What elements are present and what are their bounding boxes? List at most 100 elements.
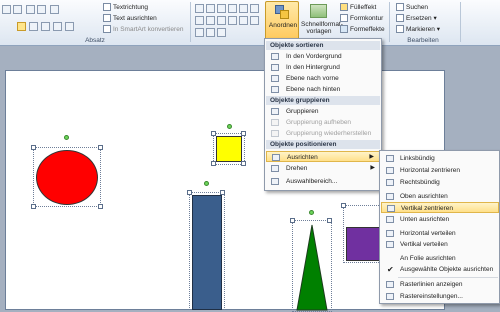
menu-item-align-to-slide[interactable]: An Folie ausrichten xyxy=(381,253,499,264)
menu-item-align-left[interactable]: Linksbündig xyxy=(381,153,499,164)
indent-increase-icon[interactable] xyxy=(37,5,46,14)
resize-handle[interactable] xyxy=(31,204,36,209)
shape-triangle-icon[interactable] xyxy=(195,16,204,25)
menu-item-center-vertical[interactable]: Vertikal zentrieren xyxy=(381,202,499,213)
replace-button[interactable]: Ersetzen ▾ xyxy=(396,14,437,23)
resize-handle[interactable] xyxy=(31,145,36,150)
menu-item-bring-front[interactable]: In den Vordergrund xyxy=(266,51,380,62)
menu-item-align-top[interactable]: Oben ausrichten xyxy=(381,191,499,202)
resize-handle[interactable] xyxy=(241,161,246,166)
resize-handle[interactable] xyxy=(241,131,246,136)
resize-handle[interactable] xyxy=(187,190,192,195)
distribute-vertical-icon xyxy=(386,241,394,248)
red-circle-shape[interactable] xyxy=(36,150,98,205)
find-button[interactable]: Suchen xyxy=(396,3,428,12)
align-right-icon[interactable] xyxy=(41,22,50,31)
shape-rect-icon[interactable] xyxy=(228,4,237,13)
resize-handle[interactable] xyxy=(211,161,216,166)
outline-icon xyxy=(340,14,348,23)
send-back-icon xyxy=(271,64,279,71)
fill-icon xyxy=(340,3,348,12)
checkmark-icon: ✔ xyxy=(387,265,394,274)
menu-item-grid-settings[interactable]: Rastereinstellungen... xyxy=(381,291,499,302)
quick-styles-button[interactable]: Schnellformat-vorlagen xyxy=(301,1,343,43)
align-bottom-icon xyxy=(386,216,394,223)
menu-item-regroup[interactable]: Gruppierung wiederherstellen xyxy=(266,128,380,139)
select-button[interactable]: Markieren ▾ xyxy=(396,25,440,34)
resize-handle[interactable] xyxy=(98,204,103,209)
smartart-button[interactable]: In SmartArt konvertieren xyxy=(103,25,183,34)
rotate-handle[interactable] xyxy=(309,210,314,215)
purple-rectangle-shape[interactable] xyxy=(346,227,382,261)
menu-item-align-right[interactable]: Rechtsbündig xyxy=(381,177,499,188)
align-text-button[interactable]: Text ausrichten xyxy=(103,14,157,23)
blue-rectangle-shape[interactable] xyxy=(192,195,222,310)
shape-line-icon[interactable] xyxy=(206,4,215,13)
menu-item-align-selected[interactable]: ✔ Ausgewählte Objekte ausrichten xyxy=(381,264,499,275)
menu-item-selection-pane[interactable]: Auswahlbereich... xyxy=(266,176,380,187)
resize-handle[interactable] xyxy=(327,218,332,223)
group-icon xyxy=(271,108,279,115)
rotate-handle[interactable] xyxy=(64,135,69,140)
shape-down-arrow-icon[interactable] xyxy=(228,16,237,25)
shape-curve-icon[interactable] xyxy=(250,16,259,25)
menu-item-group[interactable]: Gruppieren xyxy=(266,106,380,117)
menu-item-show-gridlines[interactable]: Rasterlinien anzeigen xyxy=(381,279,499,290)
resize-handle[interactable] xyxy=(220,190,225,195)
resize-handle[interactable] xyxy=(341,203,346,208)
shape-bracket-icon[interactable] xyxy=(206,28,215,37)
align-center-icon xyxy=(386,167,394,174)
menu-item-center-horizontal[interactable]: Horizontal zentrieren xyxy=(381,165,499,176)
effects-button[interactable]: Formeffekte xyxy=(340,25,385,34)
text-direction-button[interactable]: Textrichtung xyxy=(103,3,148,12)
columns-icon[interactable] xyxy=(65,22,74,31)
section-sort-header: Objekte sortieren xyxy=(266,41,380,50)
effects-icon xyxy=(340,25,348,34)
shape-oval-icon[interactable] xyxy=(239,4,248,13)
menu-item-bring-forward[interactable]: Ebene nach vorne xyxy=(266,73,380,84)
quick-styles-icon xyxy=(310,4,327,18)
submenu-arrow-icon: ▶ xyxy=(370,165,375,171)
shape-elbow-icon[interactable] xyxy=(206,16,215,25)
green-triangle-shape[interactable] xyxy=(295,223,329,311)
resize-handle[interactable] xyxy=(98,145,103,150)
menu-item-rotate[interactable]: Drehen ▶ xyxy=(266,163,380,174)
list-bullet-icon[interactable] xyxy=(2,5,11,14)
shape-rounded-icon[interactable] xyxy=(250,4,259,13)
binoculars-icon xyxy=(396,3,404,12)
menu-item-ungroup[interactable]: Gruppierung aufheben xyxy=(266,117,380,128)
line-spacing-icon[interactable] xyxy=(50,5,59,14)
shape-arrow-icon[interactable] xyxy=(217,4,226,13)
menu-item-send-back[interactable]: In den Hintergrund xyxy=(266,62,380,73)
fill-button[interactable]: Fülleffekt xyxy=(340,3,376,12)
yellow-square-shape[interactable] xyxy=(216,136,242,162)
menu-item-align-bottom[interactable]: Unten ausrichten xyxy=(381,214,499,225)
shape-right-arrow-icon[interactable] xyxy=(217,16,226,25)
section-position-header: Objekte positionieren xyxy=(266,140,380,149)
indent-decrease-icon[interactable] xyxy=(26,5,35,14)
resize-handle[interactable] xyxy=(211,131,216,136)
arrange-icon xyxy=(275,5,289,19)
shape-star-small-icon[interactable] xyxy=(217,28,226,37)
regroup-icon xyxy=(271,130,279,137)
menu-item-send-backward[interactable]: Ebene nach hinten xyxy=(266,84,380,95)
align-center-icon[interactable] xyxy=(29,22,38,31)
rotate-handle[interactable] xyxy=(204,181,209,186)
menu-item-distribute-vertical[interactable]: Vertikal verteilen xyxy=(381,239,499,250)
align-middle-icon xyxy=(387,205,395,212)
rotate-handle[interactable] xyxy=(227,124,232,129)
align-text-icon xyxy=(103,14,111,23)
rotate-icon xyxy=(271,165,279,172)
menu-item-align[interactable]: Ausrichten ▶ xyxy=(266,151,380,162)
outline-button[interactable]: Formkontur xyxy=(340,14,383,23)
shape-textbox-icon[interactable] xyxy=(195,4,204,13)
arrange-button[interactable]: Anordnen xyxy=(265,1,299,41)
shape-brace-icon[interactable] xyxy=(195,28,204,37)
menu-item-distribute-horizontal[interactable]: Horizontal verteilen xyxy=(381,228,499,239)
list-number-icon[interactable] xyxy=(13,5,22,14)
align-left-icon xyxy=(386,155,394,162)
align-left-icon[interactable] xyxy=(17,22,26,31)
shape-star-icon[interactable] xyxy=(239,16,248,25)
resize-handle[interactable] xyxy=(290,218,295,223)
justify-icon[interactable] xyxy=(53,22,62,31)
